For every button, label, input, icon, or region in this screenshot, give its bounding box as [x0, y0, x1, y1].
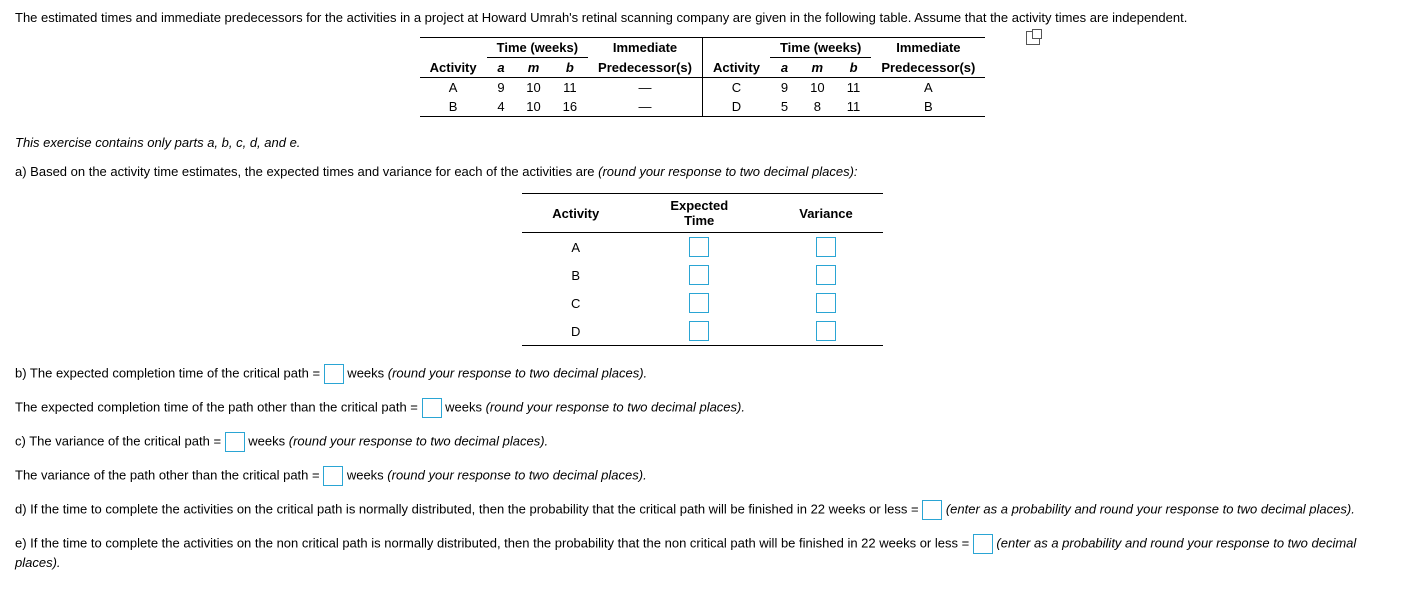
part-d: d) If the time to complete the activitie… [15, 500, 1390, 520]
cell: 16 [552, 97, 588, 117]
pred-header: Predecessor(s) [588, 58, 702, 78]
ans-act: B [522, 261, 629, 289]
part-c1: c) The variance of the critical path = w… [15, 432, 1390, 452]
variance-input-a[interactable] [816, 237, 836, 257]
ans-variance-header: Variance [769, 194, 883, 233]
ans-act: C [522, 289, 629, 317]
cell: A [871, 78, 985, 98]
popout-icon[interactable] [1026, 31, 1040, 45]
pred-header-2: Predecessor(s) [871, 58, 985, 78]
variance-input-d[interactable] [816, 321, 836, 341]
m-header-2: m [799, 58, 836, 78]
part-e: e) If the time to complete the activitie… [15, 534, 1390, 572]
cell: 9 [770, 78, 799, 98]
cell: 10 [515, 78, 551, 98]
cell: — [588, 78, 702, 98]
b2-input[interactable] [422, 398, 442, 418]
time-header: Time (weeks) [487, 38, 588, 58]
part-a-text: a) Based on the activity time estimates,… [15, 164, 1390, 179]
part-b1: b) The expected completion time of the c… [15, 364, 1390, 384]
cell: 9 [487, 78, 516, 98]
ans-expected-header: Expected Time [629, 194, 769, 233]
a-header-2: a [770, 58, 799, 78]
cell: 4 [487, 97, 516, 117]
b-header-2: b [836, 58, 872, 78]
cell: 11 [552, 78, 588, 98]
b-header: b [552, 58, 588, 78]
c1-input[interactable] [225, 432, 245, 452]
time-header-2: Time (weeks) [770, 38, 871, 58]
cell: — [588, 97, 702, 117]
part-c2: The variance of the path other than the … [15, 466, 1390, 486]
expected-input-b[interactable] [689, 265, 709, 285]
expected-input-d[interactable] [689, 321, 709, 341]
cell: A [420, 78, 487, 98]
cell: 10 [515, 97, 551, 117]
cell: 10 [799, 78, 836, 98]
cell: B [871, 97, 985, 117]
variance-input-b[interactable] [816, 265, 836, 285]
cell: 11 [836, 78, 872, 98]
activity-data-table: Time (weeks) Immediate Time (weeks) Imme… [420, 37, 986, 117]
a-header: a [487, 58, 516, 78]
e-input[interactable] [973, 534, 993, 554]
intro-text: The estimated times and immediate predec… [15, 10, 1390, 25]
exercise-note: This exercise contains only parts a, b, … [15, 135, 1390, 150]
cell: B [420, 97, 487, 117]
activity-header: Activity [420, 58, 487, 78]
pred-header-top: Immediate [588, 38, 702, 58]
expected-input-c[interactable] [689, 293, 709, 313]
m-header: m [515, 58, 551, 78]
answer-table: Activity Expected Time Variance A B C D [522, 193, 882, 346]
cell: 5 [770, 97, 799, 117]
expected-input-a[interactable] [689, 237, 709, 257]
cell: C [703, 78, 770, 98]
cell: D [703, 97, 770, 117]
part-b2: The expected completion time of the path… [15, 398, 1390, 418]
ans-activity-header: Activity [522, 194, 629, 233]
c2-input[interactable] [323, 466, 343, 486]
ans-act: A [522, 233, 629, 262]
cell: 11 [836, 97, 872, 117]
b1-input[interactable] [324, 364, 344, 384]
pred-header-top-2: Immediate [871, 38, 985, 58]
activity-header-2: Activity [703, 58, 770, 78]
ans-act: D [522, 317, 629, 346]
d-input[interactable] [922, 500, 942, 520]
cell: 8 [799, 97, 836, 117]
variance-input-c[interactable] [816, 293, 836, 313]
